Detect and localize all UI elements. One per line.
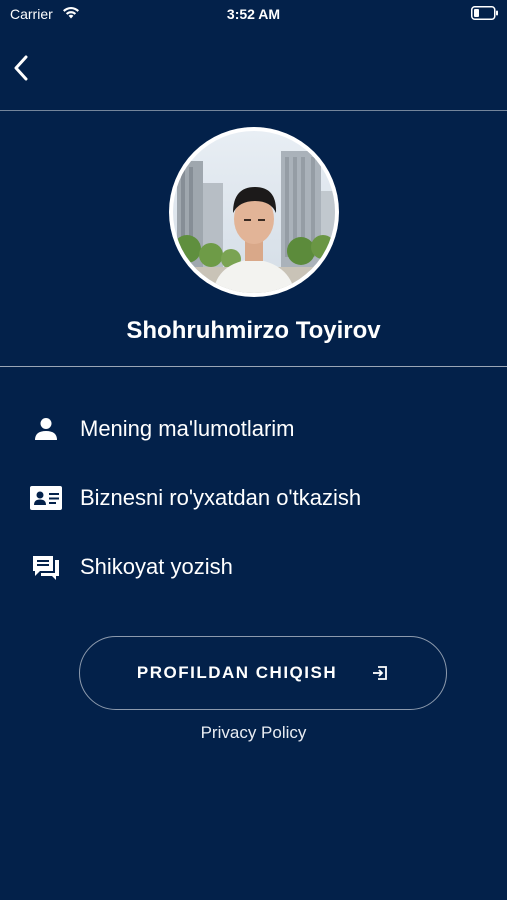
back-button[interactable] — [4, 46, 38, 90]
menu-item-label: Biznesni ro'yxatdan o'tkazish — [80, 485, 362, 510]
menu-item-write-complaint[interactable]: Shikoyat yozish — [28, 545, 478, 589]
user-name: Shohruhmirzo Toyirov — [126, 317, 381, 344]
battery-icon — [471, 6, 499, 20]
profile-photo — [173, 131, 335, 293]
logout-icon — [371, 664, 389, 682]
menu-item-label: Mening ma'lumotlarim — [80, 416, 295, 441]
avatar — [169, 127, 339, 297]
menu-item-my-info[interactable]: Mening ma'lumotlarim — [28, 407, 478, 451]
chevron-left-icon — [14, 55, 28, 81]
privacy-policy-link[interactable]: Privacy Policy — [0, 723, 507, 743]
logout-button[interactable]: PROFILDAN CHIQISH — [79, 636, 447, 710]
menu-item-label: Shikoyat yozish — [80, 554, 233, 579]
nav-bar — [0, 28, 507, 111]
logout-label: PROFILDAN CHIQISH — [136, 663, 338, 682]
chat-feedback-icon — [28, 549, 64, 585]
menu-item-register-business[interactable]: Biznesni ro'yxatdan o'tkazish — [28, 476, 478, 520]
status-bar: Carrier 3:52 AM — [0, 0, 507, 28]
id-card-icon — [28, 480, 64, 516]
status-time: 3:52 AM — [226, 6, 281, 22]
divider — [0, 366, 507, 367]
person-icon — [28, 411, 64, 447]
